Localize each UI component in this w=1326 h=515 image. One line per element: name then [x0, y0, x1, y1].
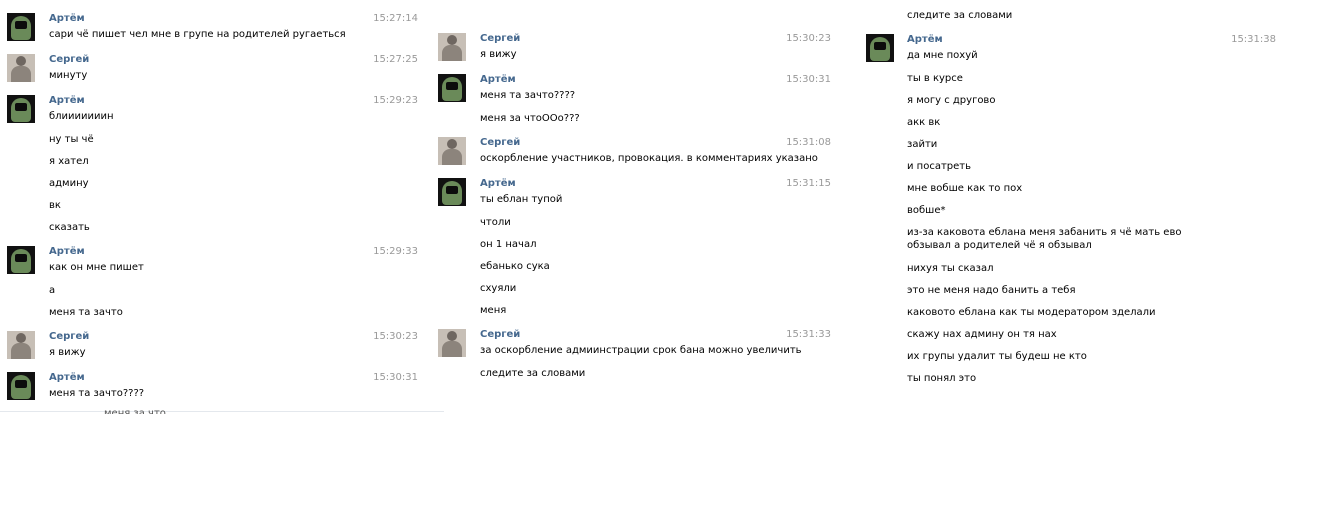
message-text: нихуя ты сказал	[907, 263, 994, 274]
author-name[interactable]: Артём	[49, 245, 85, 258]
avatar-artem[interactable]	[866, 34, 894, 62]
timestamp: 15:30:23	[373, 331, 418, 342]
timestamp: 15:31:33	[786, 329, 831, 340]
message-text: вк	[49, 200, 61, 211]
message-text: ты в курсе	[907, 73, 963, 84]
message-text: меня та зачто????	[480, 90, 576, 101]
message-text: следите за словами	[480, 368, 586, 379]
timestamp: 15:29:33	[373, 246, 418, 257]
message-text: да мне похуй	[907, 50, 978, 61]
timestamp: 15:27:25	[373, 54, 418, 65]
message-text: ну ты чё	[49, 134, 94, 145]
timestamp: 15:30:31	[786, 74, 831, 85]
column-divider	[0, 411, 444, 412]
author-name[interactable]: Сергей	[49, 53, 89, 66]
message-text: я вижу	[480, 49, 517, 60]
message-text: а	[49, 285, 56, 296]
message-text: и посатреть	[907, 161, 972, 172]
message-text: ебанько сука	[480, 261, 550, 272]
message-text: минуту	[49, 70, 88, 81]
message-text: чтоли	[480, 217, 511, 228]
message-text: следите за словами	[907, 10, 1013, 21]
message-text: зайти	[907, 139, 938, 150]
message-text: я могу с другово	[907, 95, 996, 106]
author-name[interactable]: Артём	[480, 177, 516, 190]
message-text: меня за чтоООо???	[480, 113, 580, 124]
message-text: оскорбление участников, провокация. в ко…	[480, 153, 818, 164]
timestamp: 15:31:15	[786, 178, 831, 189]
message-text: вобше*	[907, 205, 946, 216]
avatar-sergey[interactable]	[438, 329, 466, 357]
timestamp: 15:31:08	[786, 137, 831, 148]
avatar-artem[interactable]	[7, 246, 35, 274]
avatar-sergey[interactable]	[7, 331, 35, 359]
chat-column-1: Артём 15:27:14 сари чё пишет чел мне в г…	[0, 0, 444, 515]
author-name[interactable]: Сергей	[49, 330, 89, 343]
message-text: из-за каковота еблана меня забанить я чё…	[907, 227, 1182, 251]
author-name[interactable]: Артём	[907, 33, 943, 46]
author-name[interactable]: Артём	[49, 371, 85, 384]
message-text: каковото еблана как ты модератором здела…	[907, 307, 1156, 318]
timestamp: 15:27:14	[373, 13, 418, 24]
avatar-artem[interactable]	[7, 13, 35, 41]
message-text: я вижу	[49, 347, 86, 358]
timestamp: 15:31:38	[1231, 34, 1276, 45]
avatar-sergey[interactable]	[438, 33, 466, 61]
message-text: админу	[49, 178, 89, 189]
avatar-sergey[interactable]	[7, 54, 35, 82]
cut-off-message-text: меня за что	[104, 410, 166, 414]
message-text: блииииииин	[49, 111, 114, 122]
message-text: мне вобше как то пох	[907, 183, 1023, 194]
message-text: акк вк	[907, 117, 941, 128]
message-text: меня	[480, 305, 507, 316]
author-name[interactable]: Артём	[49, 12, 85, 25]
author-name[interactable]: Артём	[480, 73, 516, 86]
message-text: он 1 начал	[480, 239, 537, 250]
timestamp: 15:30:31	[373, 372, 418, 383]
message-text: за оскорбление адмиинстрации срок бана м…	[480, 345, 802, 356]
avatar-sergey[interactable]	[438, 137, 466, 165]
chat-column-2: Сергей 15:30:23 я вижу Артём 15:30:31 ме…	[431, 0, 857, 515]
timestamp: 15:29:23	[373, 95, 418, 106]
message-text: скажу нах админу он тя нах	[907, 329, 1057, 340]
message-text: сари чё пишет чел мне в групе на родител…	[49, 29, 346, 40]
avatar-artem[interactable]	[438, 178, 466, 206]
author-name[interactable]: Сергей	[480, 136, 520, 149]
avatar-artem[interactable]	[438, 74, 466, 102]
message-text: ты еблан тупой	[480, 194, 563, 205]
timestamp: 15:30:23	[786, 33, 831, 44]
message-text: как он мне пишет	[49, 262, 144, 273]
author-name[interactable]: Сергей	[480, 328, 520, 341]
message-text: схуяли	[480, 283, 517, 294]
message-text: их групы удалит ты будеш не кто	[907, 351, 1087, 362]
message-text: это не меня надо банить а тебя	[907, 285, 1076, 296]
author-name[interactable]: Сергей	[480, 32, 520, 45]
avatar-artem[interactable]	[7, 372, 35, 400]
avatar-artem[interactable]	[7, 95, 35, 123]
author-name[interactable]: Артём	[49, 94, 85, 107]
message-text: меня та зачто????	[49, 388, 145, 399]
message-text: я хател	[49, 156, 89, 167]
message-text: сказать	[49, 222, 90, 233]
chat-column-3: следите за словами Артём 15:31:38 да мне…	[862, 0, 1282, 515]
message-text: меня та зачто	[49, 307, 123, 318]
message-text: ты понял это	[907, 373, 977, 384]
